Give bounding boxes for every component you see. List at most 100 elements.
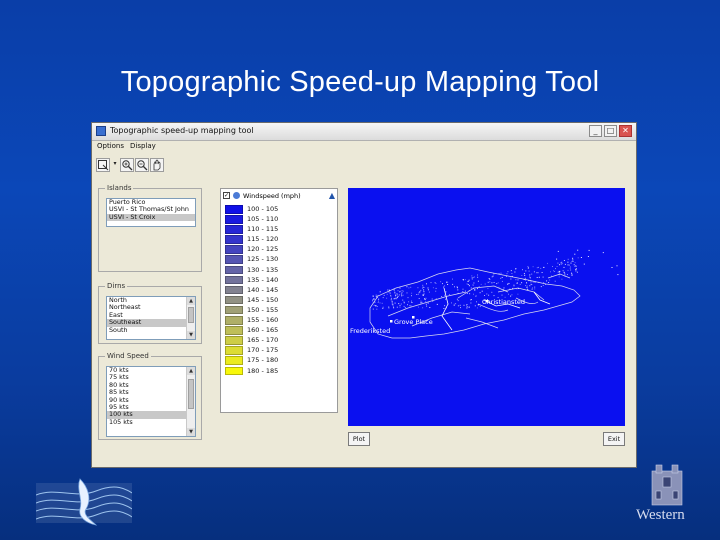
legend-range-label: 170 - 175 bbox=[247, 346, 279, 355]
layer-name: Windspeed (mph) bbox=[243, 192, 301, 200]
legend-row: 135 - 140 bbox=[225, 275, 335, 285]
legend-rows: 100 - 105 105 - 110 110 - 115 115 - 120 120 … bbox=[225, 204, 335, 376]
legend-swatch bbox=[225, 366, 243, 375]
globe-icon bbox=[233, 192, 240, 199]
list-item[interactable]: 105 kts bbox=[107, 418, 195, 426]
zoom-out-icon[interactable] bbox=[135, 158, 149, 172]
maximize-button[interactable]: □ bbox=[604, 125, 617, 137]
legend-range-label: 125 - 130 bbox=[247, 255, 279, 264]
map-legend: ✓ Windspeed (mph) ▲ 100 - 105 105 - 110 11… bbox=[220, 188, 338, 413]
scroll-down-icon[interactable]: ▼ bbox=[187, 428, 195, 436]
legend-range-label: 120 - 125 bbox=[247, 245, 279, 254]
legend-row: 125 - 130 bbox=[225, 254, 335, 264]
legend-swatch bbox=[225, 255, 243, 264]
legend-row: 150 - 155 bbox=[225, 305, 335, 315]
slide-title: Topographic Speed-up Mapping Tool bbox=[120, 66, 600, 98]
directions-scrollbar[interactable]: ▲ ▼ bbox=[186, 297, 195, 339]
scroll-up-icon[interactable]: ▲ bbox=[187, 297, 195, 305]
chevron-down-icon[interactable]: ▾ bbox=[112, 158, 118, 172]
list-item[interactable]: USVI - St Croix bbox=[107, 213, 195, 222]
legend-swatch bbox=[225, 245, 243, 254]
directions-list[interactable]: North Northeast East Southeast South ▲ ▼ bbox=[106, 296, 196, 340]
pan-hand-icon[interactable] bbox=[150, 158, 164, 172]
legend-range-label: 160 - 165 bbox=[247, 326, 279, 335]
islands-list[interactable]: Puerto Rico USVI - St Thomas/St John USV… bbox=[106, 198, 196, 227]
minimize-button[interactable]: _ bbox=[589, 125, 602, 137]
app-window: Topographic speed-up mapping tool _ □ ✕ … bbox=[91, 122, 637, 468]
scroll-thumb[interactable] bbox=[188, 307, 194, 323]
legend-range-label: 115 - 120 bbox=[247, 235, 279, 244]
legend-range-label: 150 - 155 bbox=[247, 305, 279, 314]
wind-speed-list[interactable]: 70 kts 75 kts 80 kts 85 kts 90 kts 95 kt… bbox=[106, 366, 196, 437]
legend-swatch bbox=[225, 305, 243, 315]
legend-swatch bbox=[225, 265, 243, 275]
window-title: Topographic speed-up mapping tool bbox=[110, 126, 254, 135]
map-view[interactable]: Christiansted Grove Place Frederiksted bbox=[348, 188, 625, 426]
legend-range-label: 180 - 185 bbox=[247, 366, 279, 375]
legend-range-label: 175 - 180 bbox=[247, 356, 279, 365]
legend-row: 100 - 105 bbox=[225, 204, 335, 214]
label-christiansted: Christiansted bbox=[482, 298, 526, 306]
legend-range-label: 130 - 135 bbox=[247, 265, 279, 274]
menu-display[interactable]: Display bbox=[130, 142, 156, 150]
legend-range-label: 105 - 110 bbox=[247, 215, 279, 224]
legend-swatch bbox=[225, 205, 243, 214]
legend-header: ✓ Windspeed (mph) ▲ bbox=[223, 191, 335, 201]
window-titlebar[interactable]: Topographic speed-up mapping tool _ □ ✕ bbox=[92, 123, 636, 141]
scroll-up-icon[interactable]: ▲ bbox=[187, 367, 195, 375]
legend-swatch bbox=[225, 275, 243, 285]
legend-row: 175 - 180 bbox=[225, 355, 335, 365]
legend-swatch bbox=[225, 235, 243, 244]
zoom-box-icon[interactable] bbox=[96, 158, 110, 172]
legend-swatch bbox=[225, 346, 243, 355]
layer-visibility-checkbox[interactable]: ✓ bbox=[223, 192, 230, 199]
legend-range-label: 165 - 170 bbox=[247, 336, 279, 345]
island-map bbox=[369, 249, 619, 339]
legend-range-label: 100 - 105 bbox=[247, 205, 279, 213]
wind-speed-label: Wind Speed bbox=[105, 352, 151, 360]
legend-range-label: 135 - 140 bbox=[247, 275, 279, 284]
label-grove-place: Grove Place bbox=[394, 318, 433, 326]
legend-row: 160 - 165 bbox=[225, 325, 335, 335]
islands-group: Islands Puerto Rico USVI - St Thomas/St … bbox=[98, 184, 202, 272]
scroll-thumb[interactable] bbox=[188, 379, 194, 409]
legend-range-label: 145 - 150 bbox=[247, 295, 279, 304]
menu-options[interactable]: Options bbox=[97, 142, 124, 150]
legend-row: 115 - 120 bbox=[225, 234, 335, 244]
legend-swatch bbox=[225, 225, 243, 234]
legend-row: 130 - 135 bbox=[225, 265, 335, 275]
legend-row: 140 - 145 bbox=[225, 285, 335, 295]
plot-button[interactable]: Plot bbox=[348, 432, 370, 446]
legend-row: 120 - 125 bbox=[225, 244, 335, 254]
legend-row: 155 - 160 bbox=[225, 315, 335, 325]
list-item[interactable]: South bbox=[107, 326, 195, 334]
north-arrow-icon: ▲ bbox=[328, 191, 335, 200]
scroll-down-icon[interactable]: ▼ bbox=[187, 331, 195, 339]
legend-row: 145 - 150 bbox=[225, 295, 335, 305]
directions-label: Dirns bbox=[105, 282, 128, 290]
wind-speed-group: Wind Speed 70 kts 75 kts 80 kts 85 kts 9… bbox=[98, 352, 202, 440]
legend-swatch bbox=[225, 336, 243, 345]
islands-label: Islands bbox=[105, 184, 134, 192]
legend-swatch bbox=[225, 316, 243, 325]
legend-range-label: 110 - 115 bbox=[247, 225, 279, 234]
legend-swatch bbox=[225, 285, 243, 295]
legend-swatch bbox=[225, 326, 243, 335]
label-frederiksted: Frederiksted bbox=[350, 327, 391, 335]
app-icon bbox=[96, 126, 106, 136]
close-button[interactable]: ✕ bbox=[619, 125, 632, 137]
legend-row: 165 - 170 bbox=[225, 335, 335, 345]
legend-swatch bbox=[225, 295, 243, 305]
legend-range-label: 140 - 145 bbox=[247, 285, 279, 294]
legend-row: 105 - 110 bbox=[225, 214, 335, 224]
legend-row: 180 - 185 bbox=[225, 366, 335, 376]
directions-group: Dirns North Northeast East Southeast Sou… bbox=[98, 282, 202, 344]
exit-button[interactable]: Exit bbox=[603, 432, 625, 446]
wind-speed-scrollbar[interactable]: ▲ ▼ bbox=[186, 367, 195, 436]
zoom-in-icon[interactable] bbox=[120, 158, 134, 172]
legend-range-label: 155 - 160 bbox=[247, 316, 279, 325]
legend-swatch bbox=[225, 215, 243, 224]
legend-row: 110 - 115 bbox=[225, 224, 335, 234]
institution-logo-left bbox=[36, 478, 132, 526]
legend-row: 170 - 175 bbox=[225, 345, 335, 355]
